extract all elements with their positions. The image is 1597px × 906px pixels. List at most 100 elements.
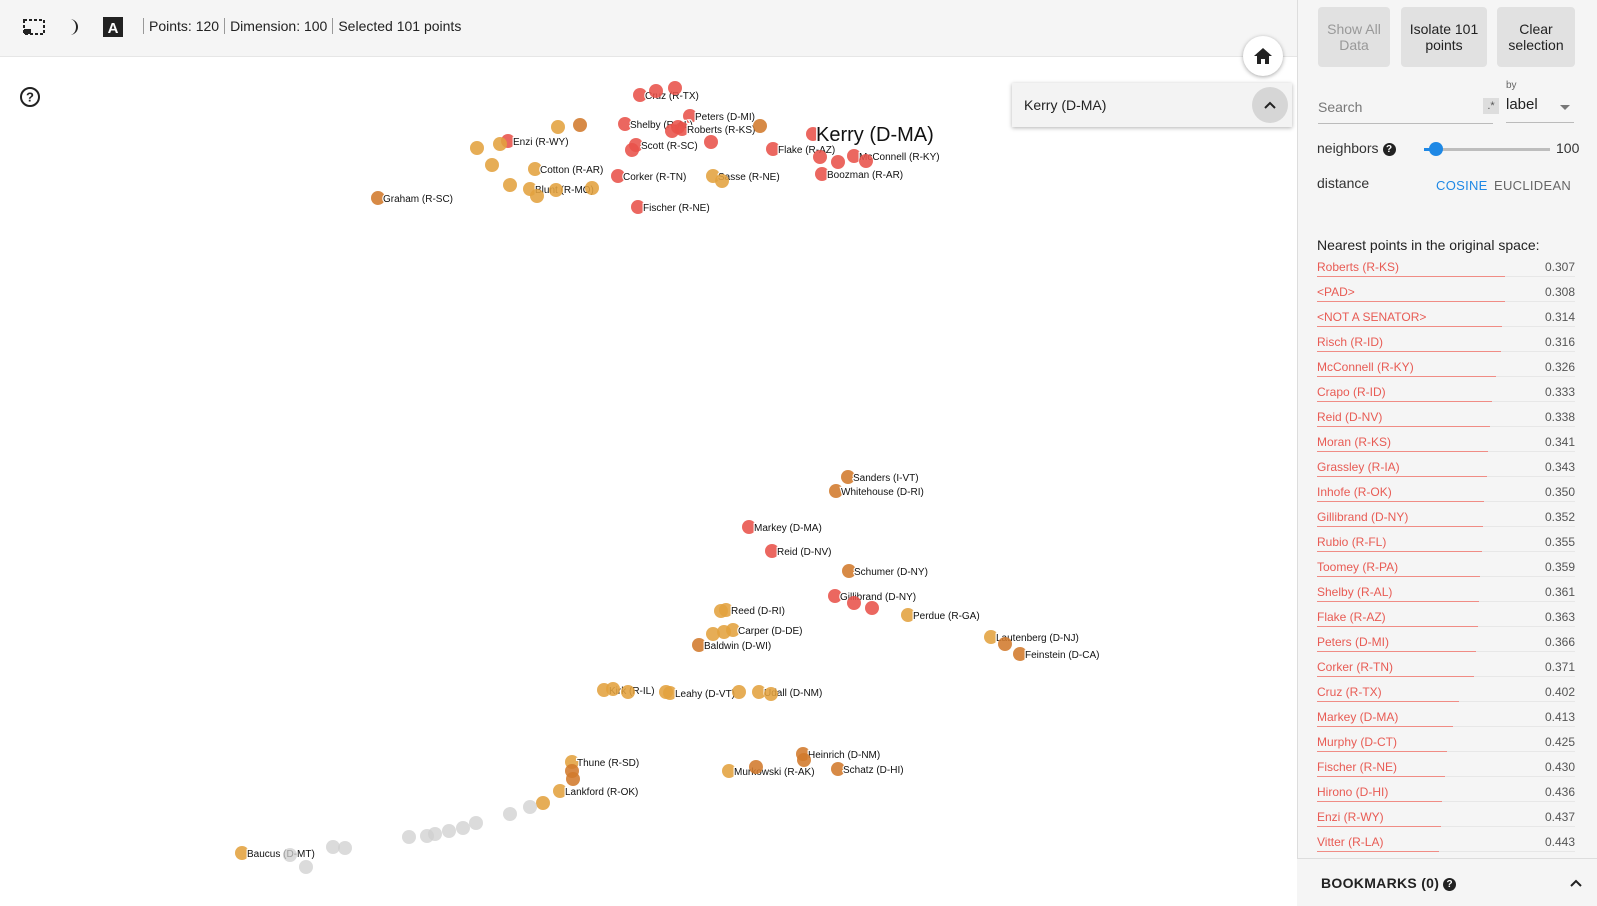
data-point[interactable] [551, 120, 565, 134]
night-mode-icon[interactable] [60, 14, 86, 40]
help-icon[interactable]: ? [1382, 142, 1396, 156]
neighbors-slider[interactable] [1424, 142, 1550, 156]
neighbor-name[interactable]: Reid (D-NV) [1317, 410, 1382, 424]
neighbor-row[interactable]: McConnell (R-KY) 0.326 [1317, 357, 1575, 382]
data-point[interactable] [671, 120, 685, 134]
data-point[interactable] [442, 824, 456, 838]
data-point[interactable] [402, 830, 416, 844]
neighbor-row[interactable]: Reid (D-NV) 0.338 [1317, 407, 1575, 432]
data-point[interactable] [717, 625, 731, 639]
data-point[interactable] [813, 150, 827, 164]
data-point[interactable] [566, 772, 580, 786]
data-point[interactable] [753, 119, 767, 133]
neighbor-row[interactable]: Hirono (D-HI) 0.436 [1317, 782, 1575, 807]
data-point[interactable] [797, 753, 811, 767]
neighbor-row[interactable]: Toomey (R-PA) 0.359 [1317, 557, 1575, 582]
neighbor-name[interactable]: Cruz (R-TX) [1317, 685, 1382, 699]
neighbor-name[interactable]: Murphy (D-CT) [1317, 735, 1397, 749]
data-point[interactable] [606, 682, 620, 696]
data-point[interactable] [503, 178, 517, 192]
cosine-option[interactable]: COSINE [1436, 178, 1488, 193]
data-point[interactable] [469, 816, 483, 830]
label-toggle-icon[interactable]: A [100, 14, 126, 40]
data-point[interactable] [715, 174, 729, 188]
data-point[interactable] [649, 84, 663, 98]
scatter-plot[interactable]: Kerry (D-MA)Cruz (R-TX)Peters (D-MI)Shel… [0, 57, 1297, 905]
euclidean-option[interactable]: EUCLIDEAN [1494, 178, 1571, 193]
data-point[interactable] [668, 81, 682, 95]
neighbor-name[interactable]: <NOT A SENATOR> [1317, 310, 1426, 324]
help-icon[interactable]: ? [1443, 877, 1457, 891]
neighbor-row[interactable]: Markey (D-MA) 0.413 [1317, 707, 1575, 732]
neighbor-name[interactable]: Hirono (D-HI) [1317, 785, 1388, 799]
collapse-button[interactable] [1252, 87, 1288, 123]
selection-rectangle-icon[interactable] [21, 14, 47, 40]
isolate-button[interactable]: Isolate 101 points [1401, 7, 1487, 67]
data-point[interactable] [456, 821, 470, 835]
neighbor-name[interactable]: Rubio (R-FL) [1317, 535, 1386, 549]
data-point[interactable] [764, 687, 778, 701]
data-point[interactable] [714, 604, 728, 618]
data-point[interactable] [503, 807, 517, 821]
data-point[interactable] [621, 685, 635, 699]
data-point[interactable] [420, 829, 434, 843]
data-point[interactable] [831, 155, 845, 169]
neighbor-row[interactable]: Roberts (R-KS) 0.307 [1317, 257, 1575, 282]
neighbor-name[interactable]: Corker (R-TN) [1317, 660, 1393, 674]
neighbor-name[interactable]: Grassley (R-IA) [1317, 460, 1400, 474]
neighbor-row[interactable]: Gillibrand (D-NY) 0.352 [1317, 507, 1575, 532]
slider-knob[interactable] [1428, 142, 1443, 156]
neighbor-row[interactable]: Corker (R-TN) 0.371 [1317, 657, 1575, 682]
data-point[interactable] [998, 637, 1012, 651]
data-point[interactable] [549, 183, 563, 197]
neighbor-row[interactable]: Cruz (R-TX) 0.402 [1317, 682, 1575, 707]
neighbor-row[interactable]: Grassley (R-IA) 0.343 [1317, 457, 1575, 482]
data-point[interactable] [299, 860, 313, 874]
data-point[interactable] [470, 141, 484, 155]
neighbor-row[interactable]: Murphy (D-CT) 0.425 [1317, 732, 1575, 757]
neighbor-name[interactable]: Roberts (R-KS) [1317, 260, 1399, 274]
data-point[interactable] [283, 848, 297, 862]
data-point[interactable] [659, 685, 673, 699]
neighbor-name[interactable]: Vitter (R-LA) [1317, 835, 1383, 849]
neighbor-row[interactable]: Inhofe (R-OK) 0.350 [1317, 482, 1575, 507]
neighbor-name[interactable]: McConnell (R-KY) [1317, 360, 1414, 374]
neighbor-row[interactable]: <PAD> 0.308 [1317, 282, 1575, 307]
neighbor-name[interactable]: Fischer (R-NE) [1317, 760, 1397, 774]
neighbor-row[interactable]: <NOT A SENATOR> 0.314 [1317, 307, 1575, 332]
data-point[interactable] [338, 841, 352, 855]
search-by-select[interactable]: label [1506, 96, 1574, 123]
neighbor-name[interactable]: Crapo (R-ID) [1317, 385, 1386, 399]
neighbor-name[interactable]: Enzi (R-WY) [1317, 810, 1384, 824]
neighbor-row[interactable]: Peters (D-MI) 0.366 [1317, 632, 1575, 657]
data-point[interactable] [523, 800, 537, 814]
data-point[interactable] [865, 601, 879, 615]
data-point[interactable] [530, 189, 544, 203]
neighbor-row[interactable]: Risch (R-ID) 0.316 [1317, 332, 1575, 357]
neighbor-row[interactable]: Rubio (R-FL) 0.355 [1317, 532, 1575, 557]
neighbor-name[interactable]: Inhofe (R-OK) [1317, 485, 1392, 499]
neighbor-row[interactable]: Enzi (R-WY) 0.437 [1317, 807, 1575, 832]
neighbor-name[interactable]: Peters (D-MI) [1317, 635, 1389, 649]
neighbor-name[interactable]: Markey (D-MA) [1317, 710, 1398, 724]
data-point[interactable] [493, 137, 507, 151]
neighbor-name[interactable]: Shelby (R-AL) [1317, 585, 1392, 599]
neighbor-name[interactable]: Risch (R-ID) [1317, 335, 1383, 349]
regex-toggle[interactable]: .* [1483, 98, 1499, 114]
neighbor-row[interactable]: Moran (R-KS) 0.341 [1317, 432, 1575, 457]
data-point[interactable] [859, 154, 873, 168]
data-point[interactable] [625, 143, 639, 157]
search-input[interactable] [1318, 97, 1468, 117]
data-point[interactable] [847, 596, 861, 610]
clear-selection-button[interactable]: Clear selection [1497, 7, 1575, 67]
data-point[interactable] [485, 158, 499, 172]
neighbor-name[interactable]: Flake (R-AZ) [1317, 610, 1386, 624]
data-point[interactable] [732, 685, 746, 699]
data-point[interactable] [585, 181, 599, 195]
neighbor-row[interactable]: Shelby (R-AL) 0.361 [1317, 582, 1575, 607]
neighbor-name[interactable]: Gillibrand (D-NY) [1317, 510, 1408, 524]
neighbor-row[interactable]: Crapo (R-ID) 0.333 [1317, 382, 1575, 407]
data-point[interactable] [326, 840, 340, 854]
chevron-up-icon[interactable] [1569, 875, 1583, 893]
data-point[interactable] [749, 760, 763, 774]
